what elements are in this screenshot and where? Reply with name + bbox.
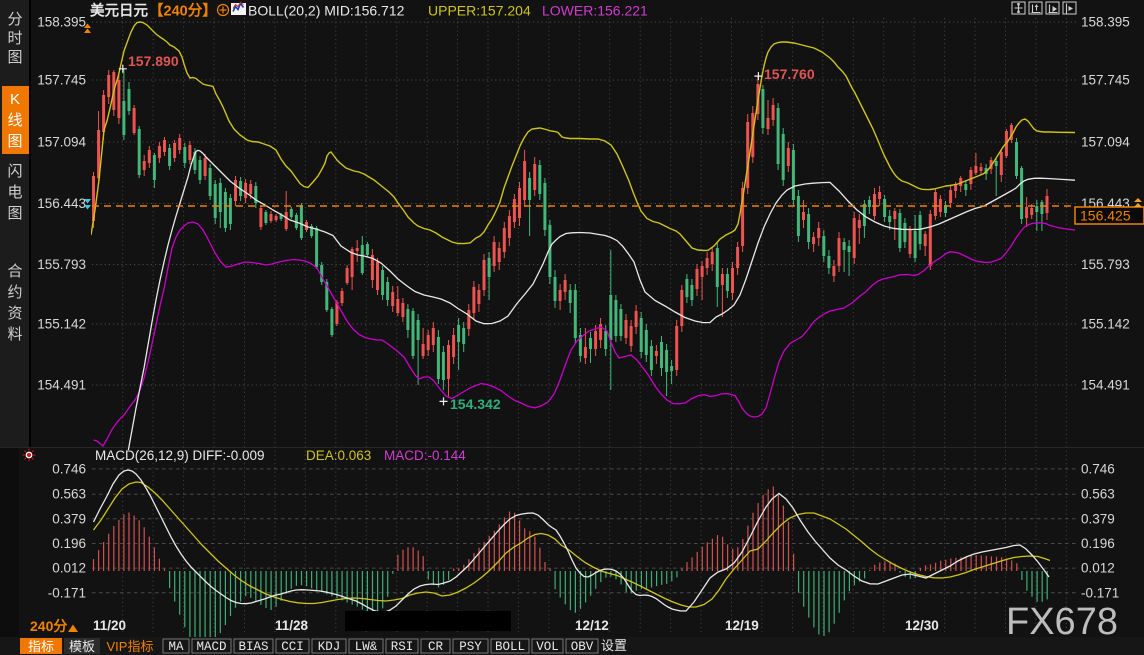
svg-text:11/28: 11/28 [275,618,309,633]
svg-text:0.563: 0.563 [52,487,86,502]
svg-text:合: 合 [7,263,22,280]
svg-text:154.342: 154.342 [450,396,501,412]
svg-text:155.793: 155.793 [37,257,86,272]
svg-text:157.094: 157.094 [37,135,86,150]
svg-text:PSY: PSY [459,640,482,654]
svg-text:155.793: 155.793 [1081,257,1130,272]
svg-text:MACD:-0.144: MACD:-0.144 [384,448,466,463]
svg-text:155.142: 155.142 [37,317,86,332]
svg-text:BOLL: BOLL [495,640,525,654]
svg-text:闪: 闪 [7,163,22,180]
svg-text:156.443: 156.443 [37,196,86,211]
svg-text:OBV: OBV [571,640,594,654]
svg-text:MACD: MACD [196,640,226,654]
svg-text:0.012: 0.012 [1081,561,1115,576]
svg-text:VIP指标: VIP指标 [107,639,154,654]
svg-text:158.395: 158.395 [1081,15,1130,30]
svg-text:约: 约 [7,284,22,301]
svg-text:图: 图 [7,49,22,66]
svg-text:分: 分 [7,11,22,28]
svg-text:K: K [10,91,20,108]
svg-text:154.491: 154.491 [37,378,86,393]
svg-text:-0.171: -0.171 [48,585,86,600]
svg-text:157.890: 157.890 [128,53,179,69]
svg-text:0.746: 0.746 [52,461,86,476]
svg-text:0.196: 0.196 [1081,536,1115,551]
svg-text:时: 时 [7,30,22,47]
svg-text:157.760: 157.760 [764,66,815,82]
svg-text:0.196: 0.196 [52,536,86,551]
svg-text:BIAS: BIAS [238,640,268,654]
svg-text:0.379: 0.379 [1081,511,1115,526]
svg-text:LOWER:156.221: LOWER:156.221 [542,3,648,19]
svg-text:12/30: 12/30 [905,618,939,633]
svg-text:157.745: 157.745 [37,73,86,88]
svg-text:0.746: 0.746 [1081,461,1115,476]
svg-text:LW&: LW& [355,640,378,654]
svg-text:图: 图 [7,205,22,222]
svg-text:157.745: 157.745 [1081,73,1130,88]
svg-text:设置: 设置 [601,638,627,653]
svg-text:KDJ: KDJ [318,640,341,654]
svg-text:BOLL(20,2) MID:156.712: BOLL(20,2) MID:156.712 [248,3,405,19]
svg-text:线: 线 [7,112,22,129]
svg-text:DEA:0.063: DEA:0.063 [306,448,371,463]
svg-text:CCI: CCI [281,640,304,654]
svg-text:指标: 指标 [28,639,54,654]
svg-text:CR: CR [428,640,444,654]
svg-text:美元日元: 美元日元 [90,2,148,20]
svg-text:240分: 240分 [30,618,67,634]
svg-text:155.142: 155.142 [1081,317,1130,332]
svg-text:料: 料 [7,326,22,343]
svg-text:资: 资 [7,305,22,322]
svg-text:电: 电 [7,184,22,201]
svg-text:UPPER:157.204: UPPER:157.204 [428,3,531,19]
svg-text:157.094: 157.094 [1081,135,1130,150]
svg-text:模板: 模板 [69,639,95,654]
svg-text:11/20: 11/20 [93,618,126,633]
svg-text:FX678: FX678 [1006,601,1118,643]
svg-text:【240分】: 【240分】 [149,3,217,20]
svg-text:-0.171: -0.171 [1081,585,1119,600]
svg-text:MACD(26,12,9) DIFF:-0.009: MACD(26,12,9) DIFF:-0.009 [95,448,265,463]
svg-text:0.012: 0.012 [52,561,86,576]
svg-text:12/12: 12/12 [575,618,609,633]
svg-text:154.491: 154.491 [1081,378,1130,393]
svg-text:RSI: RSI [391,640,414,654]
svg-text:图: 图 [7,133,22,150]
svg-text:156.425: 156.425 [1080,208,1131,224]
svg-text:0.563: 0.563 [1081,487,1115,502]
svg-text:12/19: 12/19 [725,618,759,633]
svg-text:158.395: 158.395 [37,15,86,30]
svg-text:0.379: 0.379 [52,511,86,526]
svg-text:MA: MA [168,640,184,654]
svg-text:VOL: VOL [536,640,559,654]
